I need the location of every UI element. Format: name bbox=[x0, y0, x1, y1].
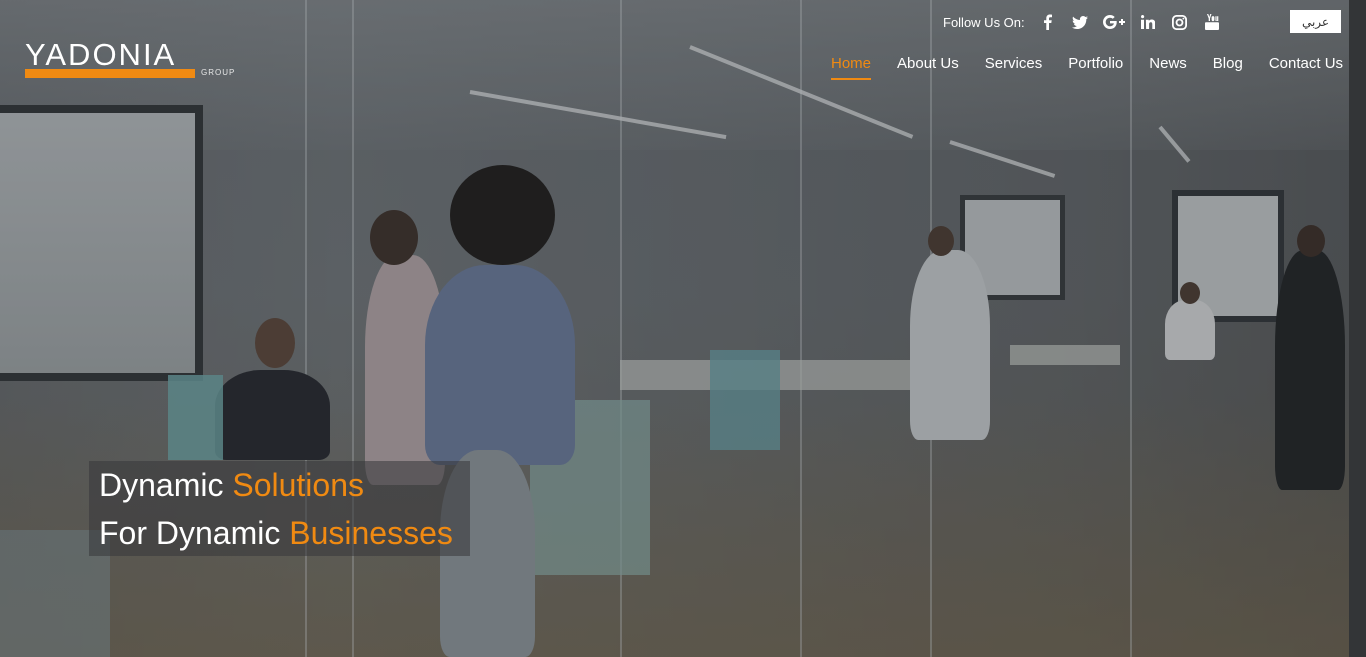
twitter-icon[interactable] bbox=[1071, 13, 1089, 31]
hero-line-2-accent: Businesses bbox=[289, 515, 453, 551]
follow-label: Follow Us On: bbox=[943, 14, 1025, 30]
google-plus-icon[interactable] bbox=[1102, 13, 1125, 31]
nav-services[interactable]: Services bbox=[985, 55, 1043, 80]
linkedin-icon[interactable] bbox=[1139, 13, 1157, 31]
brand-subtitle: GROUP bbox=[201, 68, 236, 77]
hero-background-image bbox=[0, 0, 1349, 657]
social-follow-bar: Follow Us On: bbox=[943, 13, 1235, 31]
hero-tagline: Dynamic Solutions For Dynamic Businesses bbox=[89, 461, 470, 556]
page-scrollbar[interactable] bbox=[1349, 0, 1366, 657]
youtube-icon[interactable] bbox=[1203, 13, 1221, 31]
hero-line-1-accent: Solutions bbox=[232, 467, 364, 503]
nav-about-us[interactable]: About Us bbox=[897, 55, 959, 80]
brand-underline bbox=[25, 69, 195, 78]
nav-news[interactable]: News bbox=[1149, 55, 1187, 80]
hero-line-2-text: For Dynamic bbox=[99, 515, 290, 551]
main-navigation: Home About Us Services Portfolio News Bl… bbox=[831, 55, 1343, 80]
hero-line-1: Dynamic Solutions bbox=[99, 466, 364, 504]
instagram-icon[interactable] bbox=[1171, 13, 1189, 31]
brand-name: YADONIA bbox=[25, 37, 177, 72]
language-toggle-button[interactable]: عربي bbox=[1290, 10, 1341, 33]
brand-logo[interactable]: YADONIA GROUP bbox=[25, 37, 247, 82]
nav-blog[interactable]: Blog bbox=[1213, 55, 1243, 80]
nav-contact-us[interactable]: Contact Us bbox=[1269, 55, 1343, 80]
hero-line-2: For Dynamic Businesses bbox=[99, 514, 453, 552]
facebook-icon[interactable] bbox=[1039, 13, 1057, 31]
nav-home[interactable]: Home bbox=[831, 55, 872, 80]
nav-portfolio[interactable]: Portfolio bbox=[1068, 55, 1123, 80]
hero-line-1-text: Dynamic bbox=[99, 467, 233, 503]
